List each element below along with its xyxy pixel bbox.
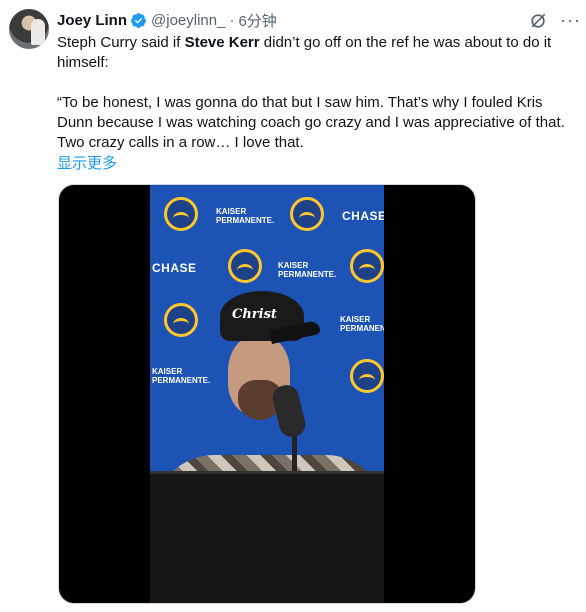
verified-badge-icon [131,12,146,28]
warriors-logo [164,303,198,337]
warriors-logo [228,249,262,283]
separator-dot: · [229,11,235,29]
chase-sponsor-logo: CHASE [152,261,197,275]
tweet-media-video[interactable]: KAISER PERMANENTE. CHASE CHASE KAISER PERM… [58,184,476,604]
warriors-logo [350,249,384,283]
grok-icon[interactable] [528,11,548,31]
author-avatar[interactable] [9,9,49,49]
kaiser-sponsor-logo: KAISERPERMANENTE. [278,261,337,279]
tweet-text: Steph Curry said if Steve Kerr didn’t go… [57,33,573,153]
kaiser-sponsor-logo: KAISERPERMANENTE. [340,315,384,333]
press-table [150,471,384,603]
kaiser-sponsor-logo: KAISERPERMANENTE. [216,207,275,225]
tweet-line-intro: Steph Curry said if Steve Kerr didn’t go… [57,33,573,73]
author-name[interactable]: Joey Linn [57,12,127,29]
video-frame[interactable]: KAISER PERMANENTE. CHASE CHASE KAISER PERM… [150,185,384,603]
chase-sponsor-logo: CHASE [342,209,384,223]
tweet-text-bold: Steve Kerr [184,34,260,51]
warriors-logo [350,359,384,393]
tweet-quote: “To be honest, I was gonna do that but I… [57,94,565,151]
author-handle[interactable]: @joeylinn_ [151,12,225,29]
cap-logo-text: Christ [232,307,277,322]
tweet-text-pre: Steph Curry said if [57,34,185,51]
show-more-link[interactable]: 显示更多 [57,152,117,173]
tweet-timestamp[interactable]: 6分钟 [238,10,276,31]
more-options-icon[interactable]: ··· [560,11,580,31]
warriors-logo [290,197,324,231]
microphone [270,382,308,440]
warriors-logo [164,197,198,231]
tweet-header: Joey Linn @joeylinn_ · 6分钟 [57,10,277,30]
kaiser-sponsor-logo: KAISERPERMANENTE. [152,367,211,385]
